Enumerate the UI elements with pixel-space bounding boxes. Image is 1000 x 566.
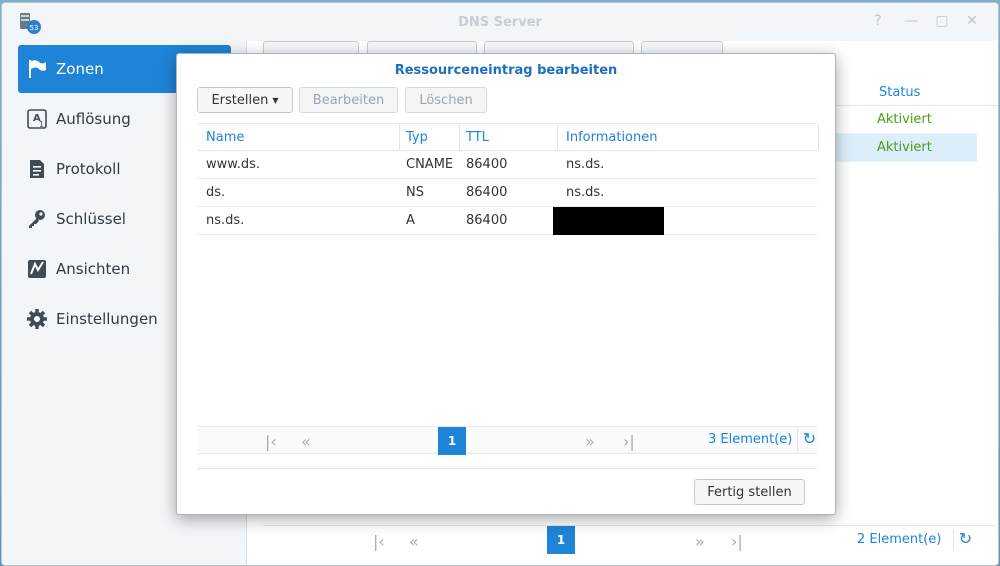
sidebar-item-label: Zonen [56, 60, 104, 78]
status-column-header[interactable]: Status [879, 85, 920, 100]
status-badge: Aktiviert [877, 112, 932, 127]
resolution-icon: A1 [26, 108, 48, 130]
title-bar[interactable]: 53 DNS Server ? — ▢ ✕ [2, 3, 998, 41]
page-number[interactable]: 1 [547, 526, 575, 554]
create-button-label: Erstellen [211, 92, 269, 108]
column-separator [818, 124, 819, 151]
first-page-icon[interactable]: |‹ [373, 532, 385, 551]
record-info: ns.ds. [566, 157, 605, 172]
record-ttl: 86400 [466, 157, 508, 172]
column-header-ttl[interactable]: TTL [466, 130, 489, 145]
last-page-icon[interactable]: ›| [623, 432, 635, 451]
sidebar-item-label: Schlüssel [56, 210, 126, 228]
record-info: ns.ds. [566, 185, 605, 200]
record-ttl: 86400 [466, 185, 508, 200]
table-header: Name Typ TTL Informationen [197, 123, 819, 151]
flag-icon [26, 58, 48, 80]
column-header-name[interactable]: Name [206, 130, 244, 145]
table-row[interactable]: ns.ds. A 86400 [197, 207, 817, 235]
redacted-info [553, 207, 664, 235]
record-name: www.ds. [206, 157, 260, 172]
record-type: NS [406, 185, 424, 200]
element-count: 2 Element(e) [857, 532, 942, 547]
table-row[interactable]: www.ds. CNAME 86400 ns.ds. [197, 151, 817, 179]
finish-button[interactable]: Fertig stellen [694, 479, 805, 505]
close-icon[interactable]: ✕ [964, 13, 980, 29]
zones-pager: |‹ « 1 » ›| 2 Element(e) ↻ [263, 525, 995, 554]
first-page-icon[interactable]: |‹ [265, 432, 277, 451]
minimize-icon[interactable]: — [903, 13, 919, 29]
views-icon [26, 258, 48, 280]
column-separator [399, 124, 400, 151]
next-page-icon[interactable]: » [585, 432, 595, 451]
previous-page-icon[interactable]: « [301, 432, 311, 451]
help-icon[interactable]: ? [870, 13, 886, 29]
footer-divider [197, 468, 817, 469]
previous-page-icon[interactable]: « [409, 532, 419, 551]
dialog-title: Ressourceneintrag bearbeiten [394, 63, 618, 78]
column-separator [459, 124, 460, 151]
caret-down-icon: ▼ [272, 95, 279, 105]
window-title: DNS Server [458, 15, 542, 30]
edit-resource-record-dialog: Ressourceneintrag bearbeiten Erstellen ▼… [176, 53, 836, 515]
record-name: ns.ds. [206, 213, 245, 228]
table-row[interactable]: ds. NS 86400 ns.ds. [197, 179, 817, 207]
next-page-icon[interactable]: » [695, 532, 705, 551]
column-header-info[interactable]: Informationen [566, 130, 658, 145]
record-ttl: 86400 [466, 213, 508, 228]
record-name: ds. [206, 185, 226, 200]
record-type: A [406, 213, 415, 228]
refresh-icon[interactable]: ↻ [797, 429, 821, 451]
delete-button[interactable]: Löschen [405, 87, 487, 113]
status-badge: Aktiviert [877, 140, 932, 155]
last-page-icon[interactable]: ›| [731, 532, 743, 551]
refresh-icon[interactable]: ↻ [953, 529, 977, 551]
sidebar-item-label: Protokoll [56, 160, 121, 178]
page-number[interactable]: 1 [438, 427, 466, 455]
key-icon [26, 208, 48, 230]
svg-text:1: 1 [39, 120, 44, 129]
log-icon [26, 158, 48, 180]
column-header-type[interactable]: Typ [406, 130, 428, 145]
records-pager: |‹ « 1 » ›| 3 Element(e) ↻ [197, 426, 817, 455]
resource-records-table: Name Typ TTL Informationen www.ds. CNAME… [197, 123, 819, 423]
sidebar-item-label: Einstellungen [56, 310, 158, 328]
sidebar-item-label: Ansichten [56, 260, 131, 278]
edit-button[interactable]: Bearbeiten [299, 87, 398, 113]
maximize-icon[interactable]: ▢ [934, 13, 950, 29]
gear-icon [26, 308, 48, 330]
create-dropdown-button[interactable]: Erstellen ▼ [197, 87, 293, 113]
column-separator [557, 124, 558, 151]
sidebar-item-label: Auflösung [56, 110, 131, 128]
element-count: 3 Element(e) [708, 432, 793, 447]
record-type: CNAME [406, 157, 454, 172]
